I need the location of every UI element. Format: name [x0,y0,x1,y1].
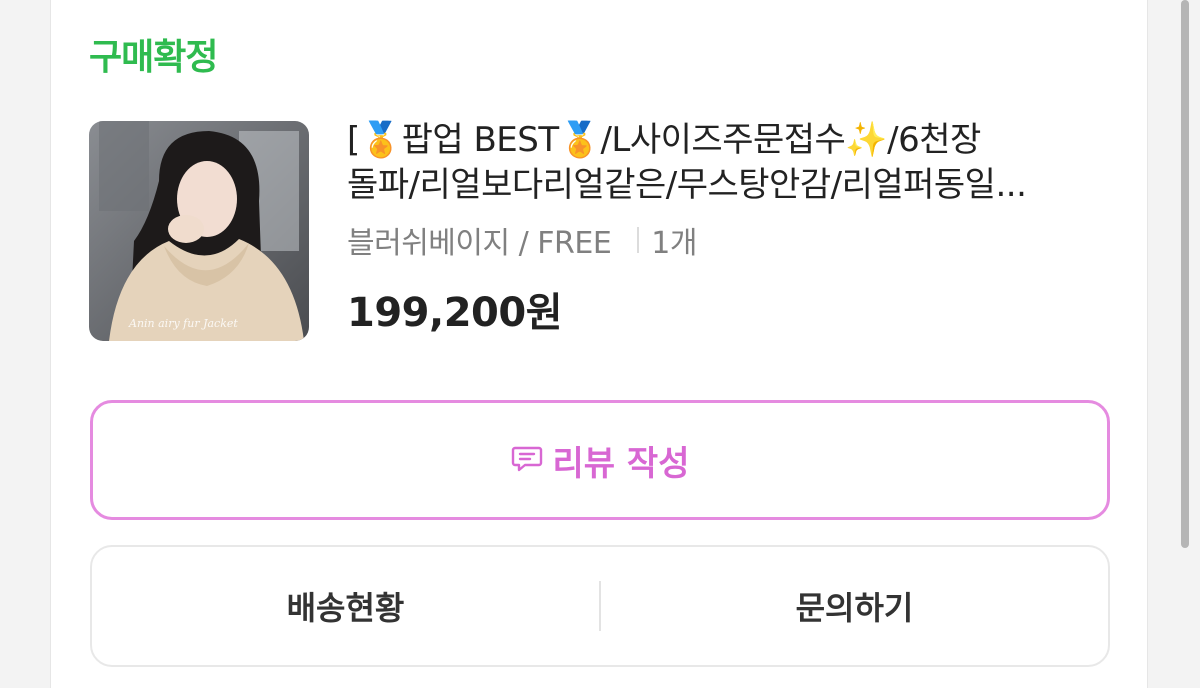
inquiry-button[interactable]: 문의하기 [601,547,1108,665]
order-card: 구매확정 Anin airy fur Jacket [🏅팝업 BEST🏅/L사이… [50,0,1148,688]
product-options: 블러쉬베이지 / FREE 1개 [347,218,1117,262]
order-status: 구매확정 [89,37,218,78]
product-info[interactable]: [🏅팝업 BEST🏅/L사이즈주문접수✨/6천장 돌파/리얼보다리얼같은/무스탕… [347,118,1117,338]
product-thumbnail[interactable]: Anin airy fur Jacket [89,121,309,341]
product-title-line1: [🏅팝업 BEST🏅/L사이즈주문접수✨/6천장 [347,120,981,160]
option-divider [637,227,640,253]
product-photo [89,121,309,341]
option-text: 블러쉬베이지 / FREE [347,226,612,261]
product-title[interactable]: [🏅팝업 BEST🏅/L사이즈주문접수✨/6천장 돌파/리얼보다리얼같은/무스탕… [347,118,1117,208]
product-price: 199,200원 [347,290,563,336]
thumbnail-caption: Anin airy fur Jacket [129,317,238,330]
write-review-button[interactable]: 리뷰 작성 [90,400,1110,520]
write-review-label: 리뷰 작성 [552,443,690,484]
order-actions: 배송현황 문의하기 [90,545,1110,667]
quantity-text: 1개 [651,226,697,261]
delivery-status-button[interactable]: 배송현황 [92,547,599,665]
product-title-line2: 돌파/리얼보다리얼같은/무스탕안감/리얼퍼동일... [347,165,1027,205]
scrollbar[interactable] [1181,0,1189,548]
chat-bubble-icon [511,442,543,478]
